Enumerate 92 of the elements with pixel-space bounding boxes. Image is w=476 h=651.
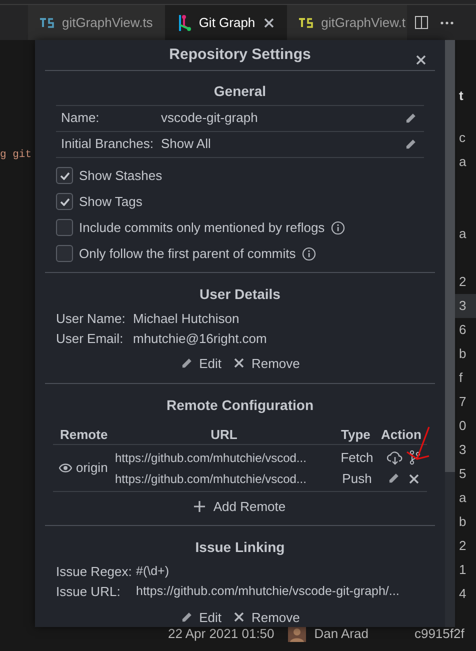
edit-button[interactable] [387,472,400,485]
field-label: Issue Regex: [56,562,133,581]
field-value: mhutchie@16right.com [133,330,267,348]
option-label: Only follow the first parent of commits [79,244,296,263]
field-value: https://github.com/mhutchie/vscode-git-graph/... [136,583,400,600]
column-header: t [458,87,464,105]
editor-tab[interactable]: gitGraphView.t [287,5,408,40]
close-icon [233,611,246,624]
graph-row[interactable]: b [455,510,476,534]
remote-url: https://github.com/mhutchie/vscod... [115,450,308,466]
commit-date: 22 Apr 2021 01:50 [168,625,274,643]
pencil-icon [387,472,400,485]
plus-icon [194,501,206,512]
edit-button[interactable] [404,112,417,124]
graph-row[interactable]: 5 [455,462,476,486]
info-icon[interactable] [302,246,316,260]
add-remote-button[interactable]: Add Remote [194,497,286,516]
section-heading: Remote Configuration [166,396,314,415]
graph-row[interactable]: a [455,486,476,510]
edit-button[interactable] [404,138,417,150]
pencil-icon [404,112,417,124]
split-editor-icon[interactable] [415,16,428,29]
edit-button[interactable]: Edit [180,354,222,373]
close-icon [415,54,427,66]
dialog-title: Repository Settings [169,44,311,64]
edit-button[interactable]: Edit [180,608,222,627]
graph-row[interactable]: 0 [455,414,476,438]
editor-tab[interactable]: Git Graph [164,5,288,40]
field-label: Initial Branches: [61,135,154,154]
field-value: #(\d+) [136,563,170,580]
remote-type: Push [341,470,373,488]
pencil-icon [180,610,194,624]
delete-button[interactable] [408,472,420,484]
section-heading: General [214,82,266,100]
option-label: Show Stashes [79,166,162,185]
close-icon [408,472,420,484]
remote-url: https://github.com/mhutchie/vscod... [115,470,308,488]
remote-type: Fetch [340,448,374,467]
column-header: URL [210,426,238,444]
section-heading: User Details [200,284,280,304]
info-icon[interactable] [330,220,345,234]
column-header: Action [380,426,422,444]
field-label: Issue URL: [56,582,122,601]
close-icon [263,16,276,28]
branch-icon[interactable] [409,450,420,465]
check-icon [60,198,70,206]
git-graph-icon [176,14,191,32]
checkbox[interactable] [56,245,73,262]
typescript-icon [40,18,54,28]
checkbox[interactable] [56,167,73,184]
field-label: User Email: [56,330,124,348]
more-icon[interactable] [440,20,454,24]
option-label: Include commits only mentioned by reflogs [79,218,325,237]
field-label: Name: [61,109,100,128]
scrollbar[interactable] [445,40,455,627]
remove-button[interactable]: Remove [233,354,300,373]
graph-row[interactable]: 3 [455,294,476,318]
field-value: vscode-git-graph [161,109,259,128]
graph-row[interactable]: c [455,126,476,150]
graph-row[interactable]: f [455,366,476,390]
checkbox[interactable] [56,193,73,210]
column-header: Remote [59,426,109,444]
graph-row[interactable]: a [455,150,476,174]
field-value: Michael Hutchison [133,310,240,328]
graph-row[interactable]: 1 [455,558,476,582]
graph-row[interactable]: 6 [455,318,476,342]
graph-row[interactable]: b [455,342,476,366]
editor-tab[interactable]: gitGraphView.ts [28,5,165,40]
eye-icon[interactable] [59,463,72,473]
field-value: Show All [161,135,212,154]
pencil-icon [404,138,417,150]
graph-row[interactable]: 2 [455,534,476,558]
commit-author: Dan Arad [314,625,368,643]
graph-row[interactable]: 4 [455,582,476,606]
checkbox[interactable] [56,219,73,236]
graph-row[interactable]: 7 [455,390,476,414]
remove-button[interactable]: Remove [233,608,300,627]
code-text: g git [0,149,32,161]
field-label: User Name: [56,310,126,328]
cloud-download-icon[interactable] [387,450,403,464]
commit-hash: c9915f2f [414,625,464,643]
pencil-icon [180,356,194,370]
option-label: Show Tags [79,192,142,211]
column-header: Type [340,426,372,444]
graph-row[interactable]: 3 [455,438,476,462]
remote-name: origin [76,459,108,478]
graph-row[interactable]: a [455,222,476,246]
close-icon [233,357,246,370]
check-icon [60,172,70,180]
typescript-icon [299,18,314,28]
graph-row[interactable]: 2 [455,270,476,294]
section-heading: Issue Linking [195,538,285,557]
